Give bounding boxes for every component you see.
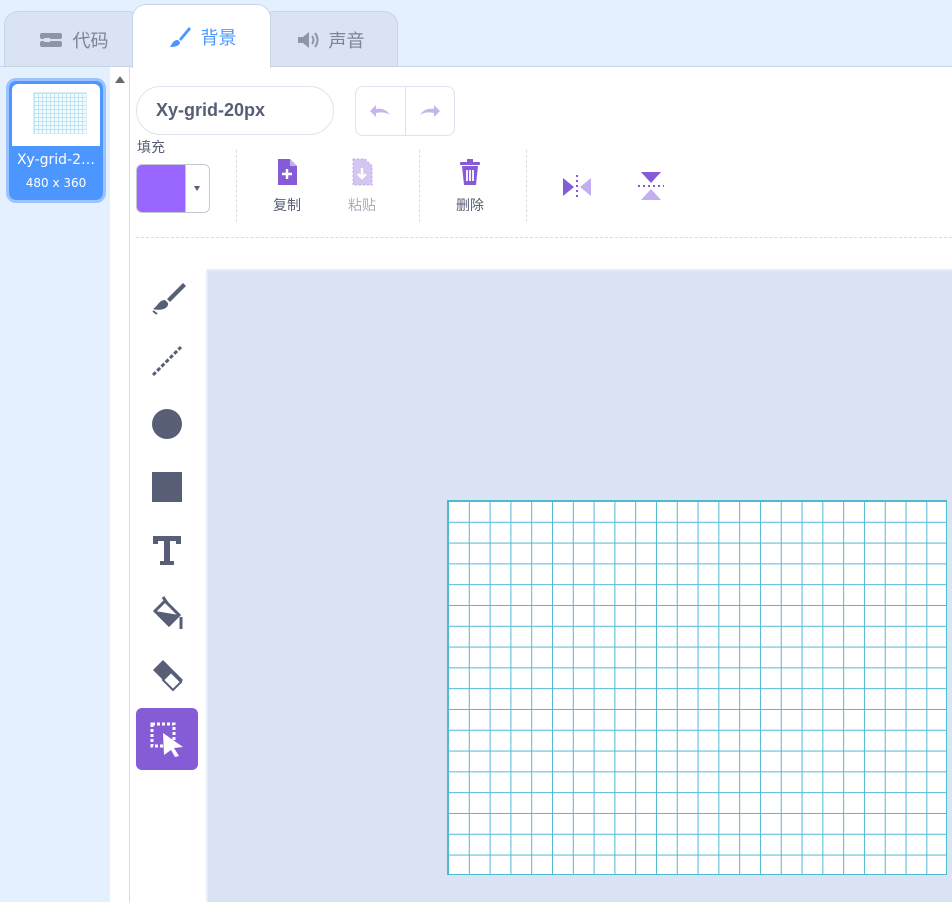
line-icon	[151, 345, 183, 377]
delete-label: 删除	[456, 198, 484, 214]
select-tool[interactable]	[136, 708, 198, 770]
tab-sounds-label: 声音	[328, 31, 365, 52]
eraser-icon	[153, 660, 183, 692]
paint-canvas[interactable]	[206, 269, 952, 902]
circle-tool[interactable]	[136, 393, 198, 455]
flip-vertical-button[interactable]	[636, 169, 666, 207]
fill-dropdown-button[interactable]	[184, 165, 209, 212]
tab-sounds[interactable]: 声音	[261, 11, 398, 68]
selector-scrollbar[interactable]	[110, 67, 130, 902]
paste-button[interactable]: 粘贴	[332, 157, 392, 215]
eraser-tool[interactable]	[136, 645, 198, 707]
copy-label: 复制	[273, 198, 301, 214]
rectangle-icon	[152, 472, 182, 502]
trash-icon	[460, 159, 480, 185]
redo-button[interactable]	[404, 87, 455, 135]
speaker-icon	[295, 28, 321, 52]
flip-vertical-icon	[638, 172, 664, 200]
flip-horizontal-button[interactable]	[560, 173, 594, 205]
tab-code[interactable]: 代码	[4, 11, 143, 68]
paste-label: 粘贴	[348, 198, 376, 214]
divider	[526, 150, 527, 222]
text-tool[interactable]	[136, 519, 198, 581]
tool-palette	[136, 267, 198, 771]
costume-item[interactable]: 1 Xy-grid-2… 480 x 360	[6, 78, 106, 203]
paintbrush-icon	[167, 25, 193, 49]
scroll-up-arrow-icon[interactable]	[115, 76, 125, 83]
delete-button[interactable]: 删除	[440, 157, 500, 215]
costume-grid-image[interactable]	[447, 500, 947, 875]
brush-tool[interactable]	[136, 267, 198, 329]
fill-color-picker[interactable]	[136, 164, 210, 213]
editor-workspace: 1 Xy-grid-2… 480 x 360 填充 复制 粘贴 删除	[0, 66, 952, 902]
undo-icon	[370, 105, 391, 117]
toolbar-divider	[136, 237, 952, 238]
undo-button[interactable]	[356, 87, 405, 135]
tab-backdrops-label: 背景	[200, 27, 237, 49]
fill-label: 填充	[137, 140, 165, 156]
tab-code-label: 代码	[72, 31, 109, 52]
undo-redo-group	[355, 86, 455, 136]
copy-icon	[278, 159, 297, 185]
code-blocks-icon	[39, 28, 65, 52]
chevron-down-icon	[194, 186, 201, 191]
select-icon	[150, 722, 183, 757]
divider	[419, 150, 420, 222]
tab-backdrops[interactable]: 背景	[132, 4, 271, 68]
paste-icon	[352, 158, 373, 186]
editor-tab-bar: 代码 背景 声音	[0, 0, 952, 68]
costume-number: 1	[14, 85, 24, 100]
fill-color-swatch[interactable]	[137, 165, 185, 212]
text-icon	[153, 536, 181, 565]
costume-size: 480 x 360	[25, 176, 87, 190]
divider	[236, 150, 237, 222]
brush-icon	[152, 283, 186, 315]
redo-icon	[419, 105, 440, 117]
costume-thumbnail	[12, 84, 100, 146]
flip-horizontal-icon	[563, 175, 591, 199]
line-tool[interactable]	[136, 330, 198, 392]
costume-name-input[interactable]	[136, 86, 334, 135]
rectangle-tool[interactable]	[136, 456, 198, 518]
circle-icon	[152, 409, 182, 439]
fill-bucket-icon	[152, 596, 183, 629]
fill-tool[interactable]	[136, 582, 198, 644]
copy-button[interactable]: 复制	[257, 157, 317, 215]
costume-selector: 1 Xy-grid-2… 480 x 360	[0, 67, 111, 902]
costume-name: Xy-grid-2…	[16, 152, 96, 168]
